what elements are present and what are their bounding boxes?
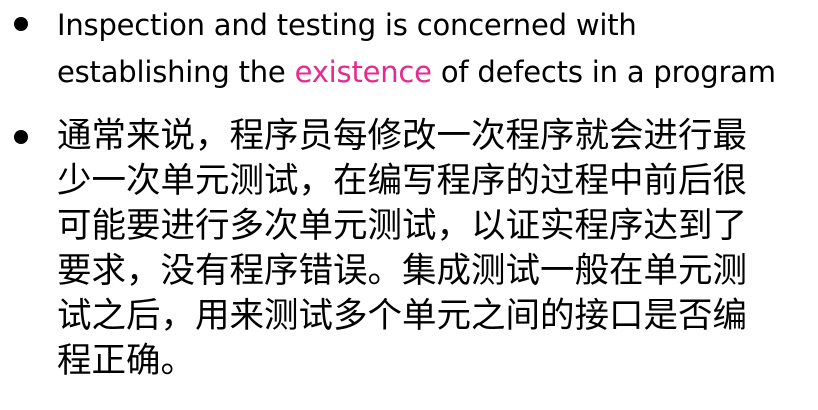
bullet-text-segment: of defects in a program xyxy=(431,55,776,89)
bullet-line: establishing the existence of defects in… xyxy=(57,49,776,96)
bullet-line: 通常来说，程序员每修改一次程序就会进行最 xyxy=(57,116,747,156)
bullet-line: Inspection and testing is concerned with xyxy=(57,2,776,49)
bullet-line: 试之后，用来测试多个单元之间的接口是否编 xyxy=(57,296,747,336)
slide: Inspection and testing is concerned with… xyxy=(0,0,818,410)
highlighted-keyword: existence xyxy=(294,55,432,89)
bullet-line: 要求，没有程序错误。集成测试一般在单元测 xyxy=(57,251,747,291)
bullet-text-segment: establishing the xyxy=(57,55,295,89)
bullet-point-icon xyxy=(14,130,28,144)
bullet-item-2: 通常来说，程序员每修改一次程序就会进行最 少一次单元测试，在编写程序的过程中前后… xyxy=(0,110,818,410)
bullet-text-segment: Inspection and testing is concerned with xyxy=(57,8,637,42)
bullet-item-1: Inspection and testing is concerned with… xyxy=(0,0,818,100)
bullet-line: 可能要进行多次单元测试，以证实程序达到了 xyxy=(57,206,747,246)
bullet-point-icon xyxy=(14,17,28,31)
bullet-line: 少一次单元测试，在编写程序的过程中前后很 xyxy=(57,161,747,201)
bullet-text-chinese: 通常来说，程序员每修改一次程序就会进行最 少一次单元测试，在编写程序的过程中前后… xyxy=(57,114,747,384)
bullet-line: 程正确。 xyxy=(57,341,195,381)
bullet-text-english: Inspection and testing is concerned with… xyxy=(57,2,776,96)
